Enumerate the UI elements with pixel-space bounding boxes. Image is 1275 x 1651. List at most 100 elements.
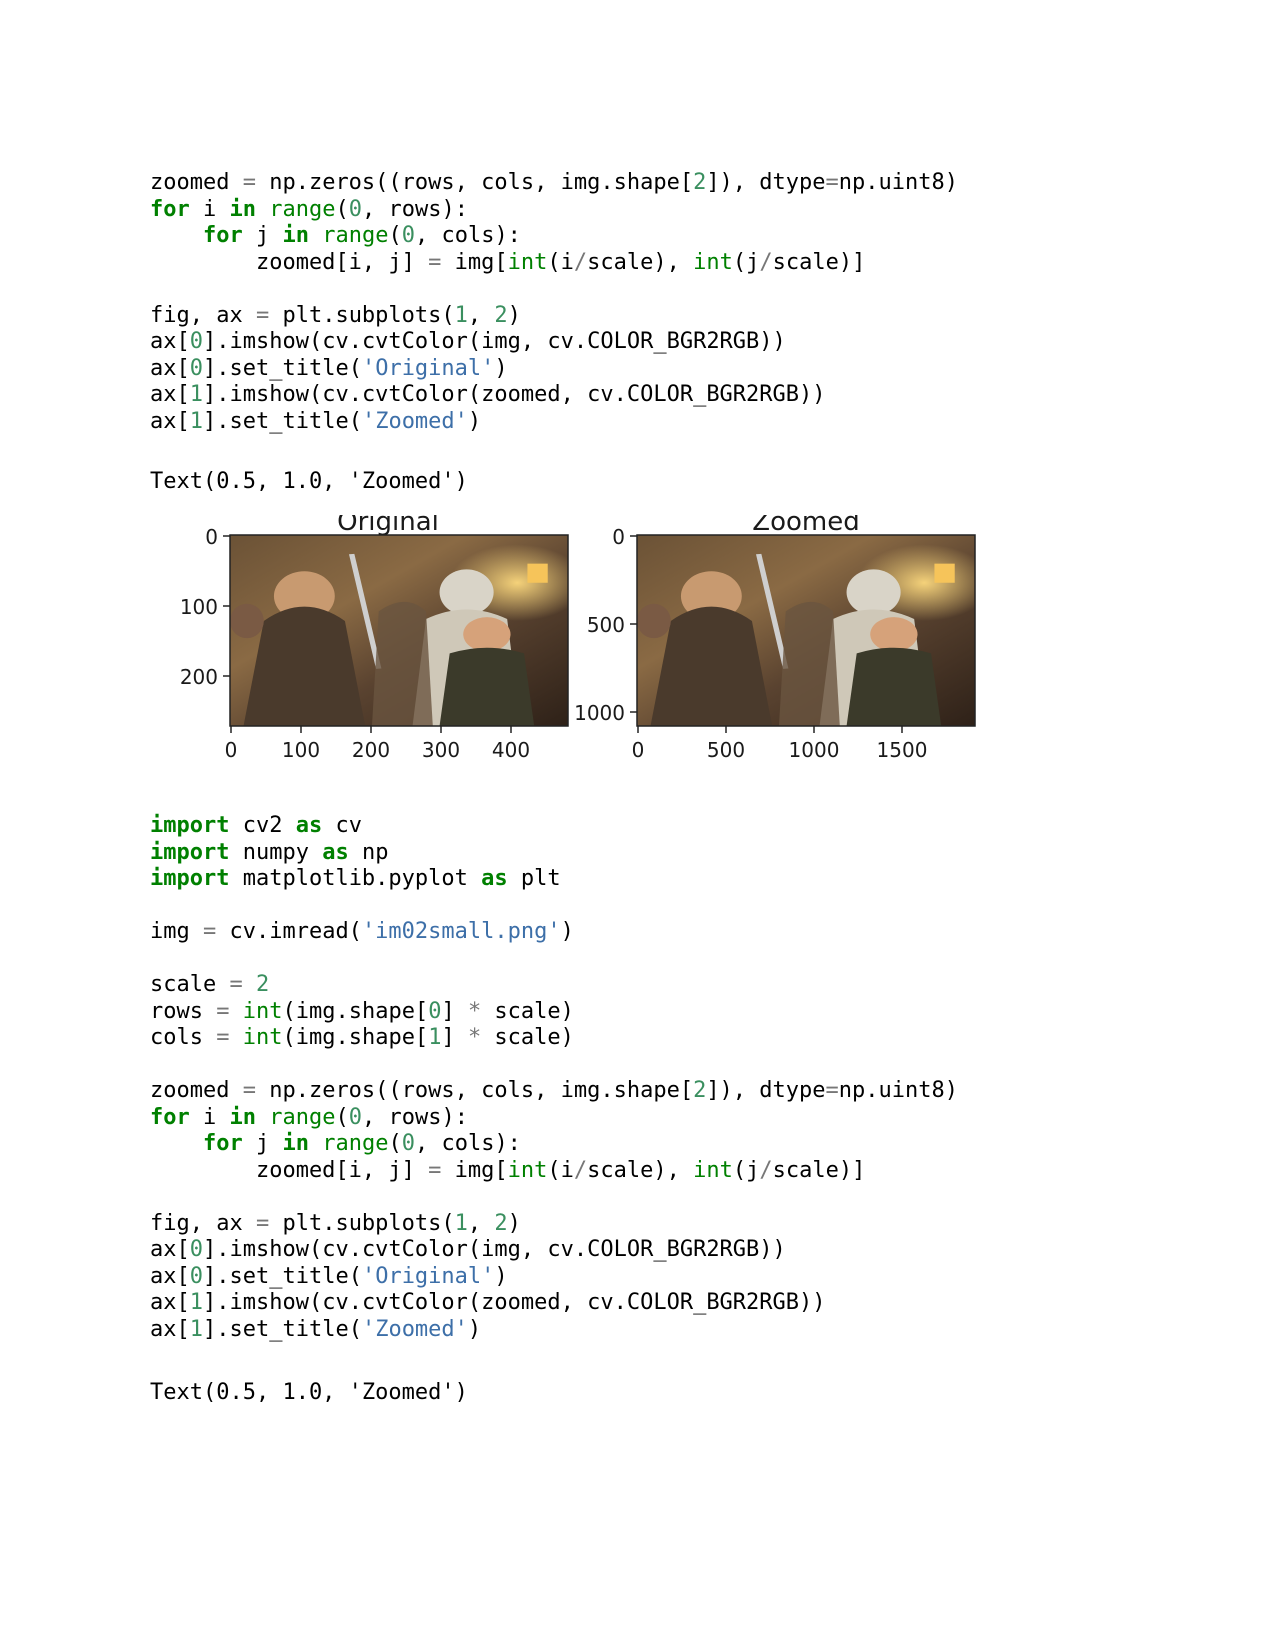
code-line: import numpy as np (150, 840, 958, 867)
cell-output-2: Text(0.5, 1.0, 'Zoomed') (150, 1380, 468, 1405)
code-token: zoomed[i, j] (150, 249, 429, 275)
code-token: ax[ (150, 382, 190, 407)
code-token: fig, ax (150, 1210, 256, 1236)
code-token: 1 (189, 1316, 203, 1342)
code-token: ( (335, 196, 349, 222)
code-token: ax[ (150, 1316, 190, 1342)
code-token: ax[ (150, 1263, 190, 1289)
xtick-label: 300 (422, 738, 460, 762)
code-token: , (467, 1210, 495, 1236)
code-token: scale), (587, 249, 694, 275)
code-line: rows = int(img.shape[0] * scale) (150, 999, 958, 1026)
code-token: np.zeros((rows, cols, img.shape[ (255, 1078, 694, 1103)
code-token: 0 (189, 329, 203, 354)
code-token: / (573, 249, 588, 275)
code-token: scale), (587, 1157, 694, 1183)
code-token: np (348, 839, 389, 865)
code-token: 0 (189, 355, 203, 381)
code-token: zoomed (150, 1078, 243, 1103)
code-token: int (507, 249, 548, 275)
code-token: 1 (189, 1290, 203, 1315)
code-line: for j in range(0, cols): (150, 223, 958, 250)
code-cell-1: zoomed = np.zeros((rows, cols, img.shape… (150, 170, 958, 435)
code-token: ax[ (150, 329, 190, 354)
code-token: numpy (229, 839, 323, 865)
code-token: 0 (401, 223, 415, 248)
code-token: import (150, 866, 230, 891)
xtick-label: 400 (492, 738, 530, 762)
code-token: range (322, 223, 389, 248)
code-token: img[ (441, 1157, 508, 1183)
code-token: plt.subplots( (269, 1210, 455, 1236)
code-token: = (428, 1157, 442, 1183)
ytick-label: 200 (180, 665, 218, 689)
ytick-label: 0 (612, 525, 625, 549)
code-line: ax[1].imshow(cv.cvtColor(zoomed, cv.COLO… (150, 1290, 958, 1317)
code-token: , (467, 302, 495, 328)
code-token: in (229, 1104, 257, 1130)
code-token: for (150, 1104, 190, 1130)
code-token: np.uint8) (838, 1078, 958, 1103)
code-line: zoomed[i, j] = img[int(i/scale), int(j/s… (150, 250, 958, 277)
cell-output-1: Text(0.5, 1.0, 'Zoomed') (150, 469, 468, 494)
code-token: ].imshow(cv.cvtColor(img, cv.COLOR_BGR2R… (203, 329, 786, 354)
code-token: ) (507, 1210, 521, 1236)
code-line: zoomed[i, j] = img[int(i/scale), int(j/s… (150, 1158, 958, 1185)
xtick-label: 100 (282, 738, 320, 762)
code-token: zoomed[i, j] (150, 1157, 429, 1183)
xtick-label: 200 (352, 738, 390, 762)
code-line: import cv2 as cv (150, 813, 958, 840)
code-token: scale)] (772, 1157, 866, 1183)
code-token: for (150, 196, 190, 222)
code-token: ax[ (150, 355, 190, 381)
code-token: * (467, 1025, 482, 1050)
code-token: ax[ (150, 1290, 190, 1315)
code-token: , rows): (361, 1104, 468, 1130)
code-token: / (759, 249, 773, 275)
code-line: fig, ax = plt.subplots(1, 2) (150, 303, 958, 330)
code-token: 1 (189, 382, 203, 407)
figure-original-vs-zoomed: Original 0 100 200 0 100 200 300 400 Zoo… (150, 515, 1010, 805)
code-token: ) (560, 919, 574, 944)
code-token: scale) (481, 998, 574, 1024)
code-token: fig, ax (150, 302, 256, 328)
code-token: = (216, 1025, 230, 1050)
code-line: cols = int(img.shape[1] * scale) (150, 1025, 958, 1052)
code-token: = (216, 998, 230, 1024)
code-line: ax[0].set_title('Original') (150, 1264, 958, 1291)
code-token: = (428, 249, 442, 275)
code-token: 1 (428, 1025, 442, 1050)
code-token: import (150, 839, 230, 865)
code-token: (i (547, 1157, 574, 1183)
code-token: 0 (189, 1263, 203, 1289)
code-token: ] (441, 1025, 468, 1050)
code-token: int (242, 1025, 283, 1050)
code-token: ]), dtype (706, 170, 826, 195)
xtick-label: 0 (225, 738, 238, 762)
code-token: = (255, 1210, 270, 1236)
code-token: / (759, 1157, 773, 1183)
code-token: 0 (348, 196, 362, 222)
subplot-title-zoomed: Zoomed (752, 515, 859, 537)
code-line: ax[0].imshow(cv.cvtColor(img, cv.COLOR_B… (150, 329, 958, 356)
code-line: ax[1].set_title('Zoomed') (150, 1317, 958, 1344)
code-token: * (467, 998, 482, 1024)
code-token: ].set_title( (203, 1316, 362, 1342)
code-token: ) (494, 1263, 508, 1289)
code-token: (j (732, 1157, 760, 1183)
code-token: = (825, 170, 839, 195)
original-image (230, 535, 568, 726)
code-token: int (693, 249, 733, 275)
code-token: for (202, 223, 243, 248)
code-token: (img.shape[ (282, 1025, 429, 1050)
code-token: range (269, 196, 336, 222)
code-token: ].imshow(cv.cvtColor(zoomed, cv.COLOR_BG… (203, 382, 826, 407)
code-token: ].set_title( (203, 408, 362, 434)
code-token: ].set_title( (203, 355, 362, 381)
code-token: as (295, 813, 323, 838)
